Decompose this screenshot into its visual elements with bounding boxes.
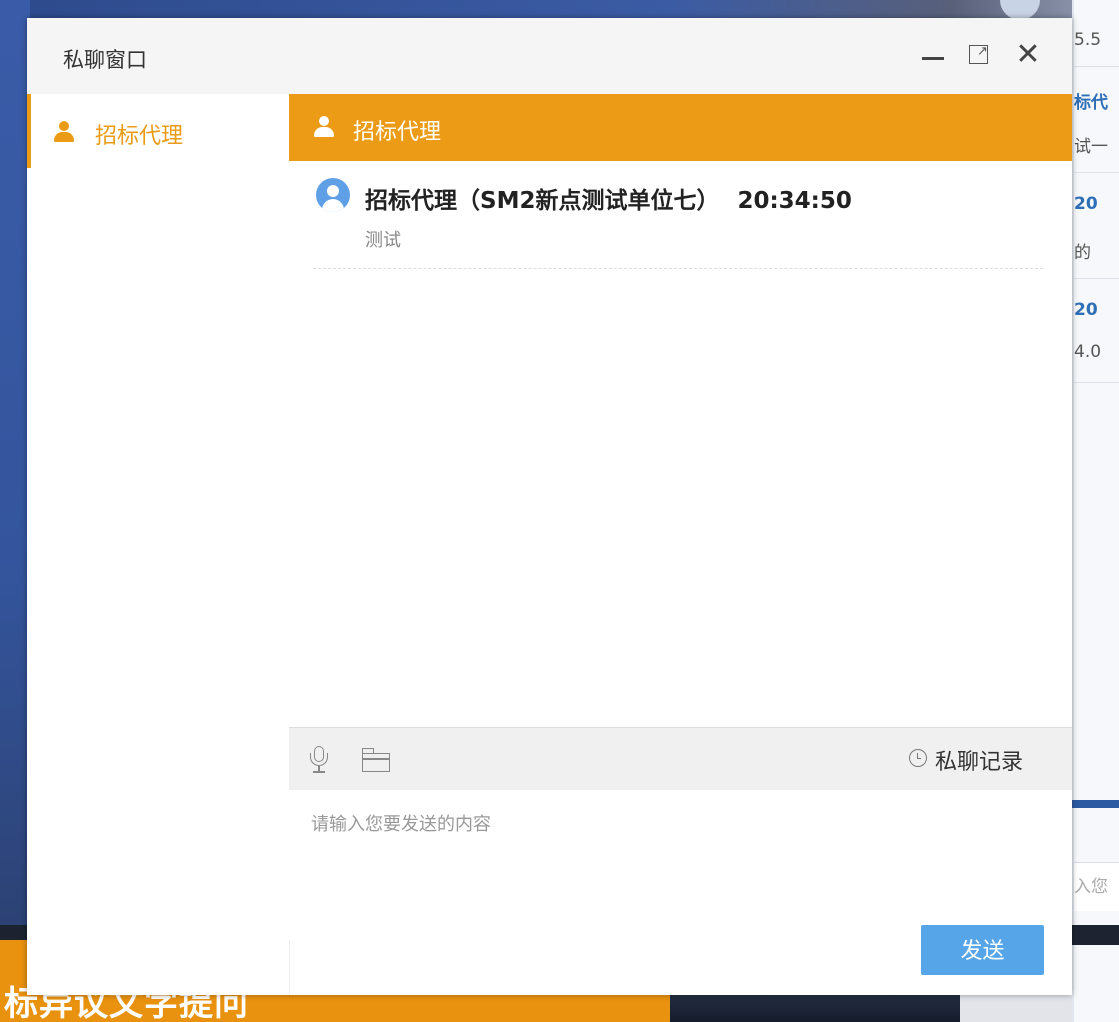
private-chat-dialog: 私聊窗口 ↗ ✕ 招标代理 招标代理 招标代理（SM2新点测试单位七） 20:34… bbox=[27, 18, 1072, 995]
active-indicator bbox=[27, 94, 31, 168]
background-row-text: 20 bbox=[1074, 300, 1098, 320]
background-row-divider bbox=[1074, 278, 1119, 279]
chat-title: 招标代理 bbox=[353, 120, 442, 145]
microphone-icon[interactable] bbox=[307, 746, 331, 774]
background-input-fragment: 入您 bbox=[1074, 862, 1119, 911]
contact-list: 招标代理 bbox=[27, 94, 290, 995]
dialog-titlebar[interactable]: 私聊窗口 ↗ ✕ bbox=[27, 18, 1072, 94]
message-list: 招标代理（SM2新点测试单位七） 20:34:50 测试 bbox=[289, 161, 1072, 727]
chat-history-label: 私聊记录 bbox=[935, 750, 1024, 775]
contact-item-active[interactable]: 招标代理 bbox=[27, 94, 289, 168]
person-icon bbox=[54, 121, 74, 143]
background-row-text: 20 bbox=[1074, 194, 1098, 214]
message-input[interactable] bbox=[309, 808, 1053, 932]
background-row-text: 标代 bbox=[1074, 93, 1108, 113]
maximize-icon[interactable]: ↗ bbox=[967, 42, 993, 68]
background-row-divider bbox=[1074, 66, 1119, 67]
contact-name: 招标代理 bbox=[95, 124, 184, 149]
message-text: 测试 bbox=[365, 230, 401, 251]
chat-toolbar: 私聊记录 bbox=[289, 727, 1072, 791]
message-header: 招标代理（SM2新点测试单位七） 20:34:50 bbox=[365, 181, 852, 215]
background-row-divider bbox=[1074, 382, 1119, 383]
background-row-text: 的 bbox=[1074, 243, 1091, 263]
minimize-icon[interactable] bbox=[920, 42, 946, 68]
background-blue-bar bbox=[1072, 800, 1119, 808]
background-row-text: 4.0 bbox=[1074, 342, 1102, 362]
user-avatar-icon bbox=[316, 178, 350, 212]
folder-icon[interactable] bbox=[362, 748, 392, 772]
dialog-title: 私聊窗口 bbox=[63, 48, 147, 72]
person-icon bbox=[314, 116, 334, 138]
message-time: 20:34:50 bbox=[737, 188, 852, 214]
background-row-text: 试一 bbox=[1074, 137, 1108, 157]
background-row-text: 5.5 bbox=[1074, 30, 1102, 50]
background-left-strip bbox=[0, 0, 30, 1022]
chat-header: 招标代理 bbox=[289, 94, 1072, 161]
message-sender: 招标代理（SM2新点测试单位七） bbox=[365, 188, 720, 214]
background-dark-bar bbox=[1072, 925, 1119, 945]
message-item: 招标代理（SM2新点测试单位七） 20:34:50 测试 bbox=[313, 161, 1043, 269]
send-button[interactable]: 发送 bbox=[921, 925, 1044, 975]
close-icon[interactable]: ✕ bbox=[1015, 40, 1041, 70]
background-row-divider bbox=[1074, 172, 1119, 173]
clock-icon bbox=[909, 749, 927, 767]
message-input-area bbox=[289, 790, 1072, 940]
